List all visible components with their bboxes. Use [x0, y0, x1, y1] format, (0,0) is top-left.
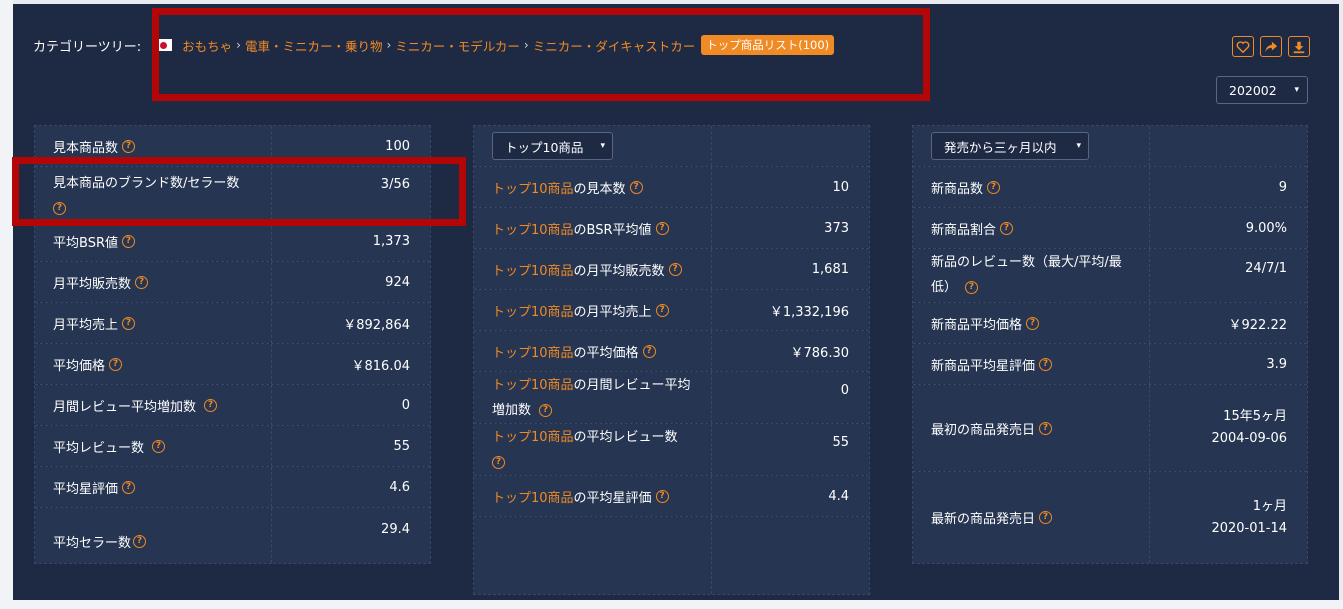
- stat-row: 平均セラー数? 29.4: [35, 508, 430, 563]
- stat-row: トップ10商品 の月平均売上? ￥1,332,196: [474, 290, 869, 331]
- stat-row: 平均価格? ￥816.04: [35, 344, 430, 385]
- help-icon[interactable]: ?: [492, 456, 505, 469]
- action-icons: [1232, 36, 1310, 57]
- help-icon[interactable]: ?: [668, 262, 682, 276]
- top10-select[interactable]: トップ10商品 ▾: [492, 132, 613, 160]
- help-icon[interactable]: ?: [109, 357, 123, 371]
- stat-row: 新品のレビュー数（最大/平均/最低）? 24/7/1: [913, 249, 1307, 303]
- help-icon[interactable]: ?: [965, 281, 979, 294]
- stat-row: トップ10商品の月間レビュー平均増加数? 0: [474, 372, 869, 424]
- help-icon[interactable]: ?: [133, 535, 147, 548]
- stat-row: 新商品数? 9: [913, 167, 1307, 208]
- help-icon[interactable]: ?: [152, 439, 166, 453]
- month-select[interactable]: 202002 ▾: [1216, 76, 1308, 104]
- help-icon[interactable]: ?: [629, 180, 643, 194]
- help-icon[interactable]: ?: [1026, 316, 1040, 330]
- help-icon[interactable]: ?: [121, 234, 135, 248]
- select-row: 発売から三ヶ月以内 ▾: [913, 126, 1307, 167]
- stat-row: トップ10商品 の平均価格? ￥786.30: [474, 331, 869, 372]
- help-icon[interactable]: ?: [987, 180, 1001, 194]
- stat-row: トップ10商品 の見本数? 10: [474, 167, 869, 208]
- stat-row: 最新の商品発売日? 1ヶ月 2020-01-14: [913, 472, 1307, 563]
- stat-row: トップ10商品 のBSR平均値? 373: [474, 208, 869, 249]
- help-icon[interactable]: ?: [655, 221, 669, 235]
- stat-row: 最初の商品発売日? 15年5ヶ月 2004-09-06: [913, 385, 1307, 472]
- highlight-box-category: [152, 8, 930, 101]
- help-icon[interactable]: ?: [1000, 221, 1014, 235]
- category-tree-label: カテゴリーツリー:: [33, 39, 142, 55]
- stat-row: トップ10商品の平均レビュー数? 55: [474, 424, 869, 476]
- stat-row: トップ10商品 の月平均販売数? 1,681: [474, 249, 869, 290]
- stat-row: 平均レビュー数? 55: [35, 426, 430, 467]
- select-row: トップ10商品 ▾: [474, 126, 869, 167]
- stat-row: 新商品割合? 9.00%: [913, 208, 1307, 249]
- highlight-box-brand-count: [12, 157, 466, 226]
- share-icon[interactable]: [1260, 36, 1282, 57]
- stat-row: トップ10商品 の平均星評価? 4.4: [474, 476, 869, 517]
- stat-row: 新商品平均価格? ￥922.22: [913, 303, 1307, 344]
- caret-down-icon: ▾: [1294, 85, 1299, 95]
- caret-down-icon: ▾: [1076, 141, 1081, 151]
- help-icon[interactable]: ?: [122, 316, 136, 330]
- download-icon[interactable]: [1288, 36, 1310, 57]
- stat-row: 平均星評価? 4.6: [35, 467, 430, 508]
- caret-down-icon: ▾: [600, 141, 605, 151]
- help-icon[interactable]: ?: [204, 398, 218, 412]
- new-products-panel: 発売から三ヶ月以内 ▾ 新商品数? 9 新商品割合? 9.00% 新品のレビュー…: [912, 125, 1308, 564]
- help-icon[interactable]: ?: [642, 344, 656, 358]
- empty-row: [474, 517, 869, 594]
- top10-panel: トップ10商品 ▾ トップ10商品 の見本数? 10 トップ10商品 のBSR平均値…: [473, 125, 870, 595]
- stat-row: 月平均売上? ￥892,864: [35, 303, 430, 344]
- help-icon[interactable]: ?: [1039, 421, 1053, 435]
- period-select[interactable]: 発売から三ヶ月以内 ▾: [931, 132, 1089, 160]
- stat-row: 月平均販売数? 924: [35, 262, 430, 303]
- stat-row: 平均BSR値? 1,373: [35, 221, 430, 262]
- stat-row: 月間レビュー平均増加数? 0: [35, 385, 430, 426]
- help-icon[interactable]: ?: [655, 489, 669, 503]
- heart-icon[interactable]: [1232, 36, 1254, 57]
- help-icon[interactable]: ?: [122, 480, 136, 494]
- help-icon[interactable]: ?: [1039, 511, 1053, 524]
- help-icon[interactable]: ?: [135, 275, 149, 289]
- help-icon[interactable]: ?: [1039, 357, 1053, 371]
- help-icon[interactable]: ?: [539, 404, 553, 417]
- help-icon[interactable]: ?: [655, 303, 669, 317]
- stat-row: 新商品平均星評価? 3.9: [913, 344, 1307, 385]
- help-icon[interactable]: ?: [122, 139, 136, 153]
